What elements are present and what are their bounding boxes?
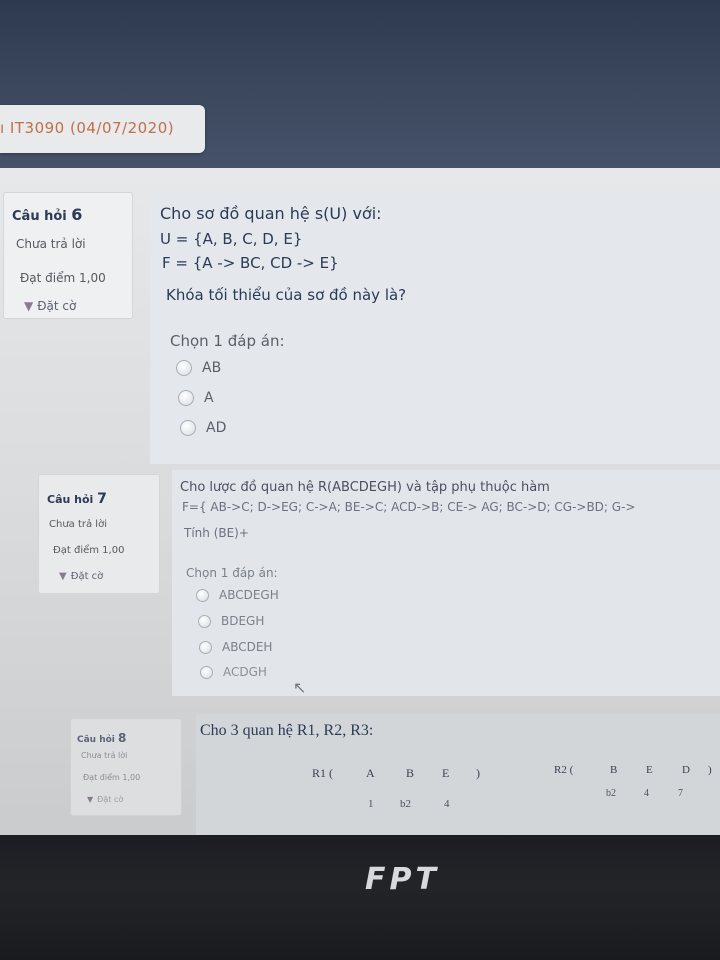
question-7-content: Cho lược đồ quan hệ R(ABCDEGH) và tập ph… — [172, 470, 720, 696]
monitor-bezel — [0, 835, 720, 960]
quiz-page: Câu hỏi 6 Chưa trả lời Đạt điểm 1,00 ▼ Đặ… — [0, 168, 720, 840]
question-7-flag-button[interactable]: ▼ Đặt cờ — [59, 571, 103, 582]
question-8-status: Chưa trả lời — [81, 751, 128, 760]
radio-button[interactable] — [180, 420, 196, 436]
question-6-number: Câu hỏi 6 — [12, 205, 83, 224]
question-7-option-abcdegh[interactable]: ABCDEGH — [196, 588, 279, 602]
flag-label: Đặt cờ — [97, 795, 124, 804]
course-tab[interactable]: ı IT3090 (04/07/2020) — [0, 105, 205, 153]
question-7-score: Đạt điểm 1,00 — [53, 545, 125, 556]
question-6-line-1: Cho sơ đồ quan hệ s(U) với: — [160, 204, 382, 223]
question-7-line-1: Cho lược đồ quan hệ R(ABCDEGH) và tập ph… — [180, 480, 550, 495]
radio-button[interactable] — [199, 640, 212, 654]
question-6-line-3: F = {A -> BC, CD -> E} — [162, 254, 339, 272]
question-6-option-ab[interactable]: AB — [176, 360, 221, 376]
radio-button[interactable] — [176, 360, 192, 376]
monitor-brand-logo: FPT — [365, 862, 440, 897]
question-7-info: Câu hỏi 7 Chưa trả lời Đạt điểm 1,00 ▼ Đặ… — [38, 474, 160, 594]
question-6-content: Cho sơ đồ quan hệ s(U) với: U = {A, B, C… — [150, 192, 720, 464]
question-6-score: Đạt điểm 1,00 — [20, 271, 106, 285]
question-6-status: Chưa trả lời — [16, 237, 86, 251]
flag-icon: ▼ — [24, 299, 34, 313]
question-7-status: Chưa trả lời — [49, 519, 107, 530]
flag-label: Đặt cờ — [37, 299, 77, 313]
question-7-option-bdegh[interactable]: BDEGH — [198, 614, 264, 628]
question-8-content: Cho 3 quan hệ R1, R2, R3: R1 ( A B E ) 1… — [196, 714, 720, 840]
question-8-info: Câu hỏi 8 Chưa trả lời Đạt điểm 1,00 ▼ Đặ… — [70, 718, 182, 816]
flag-label: Đặt cờ — [70, 571, 104, 582]
question-6-prompt: Chọn 1 đáp án: — [170, 332, 285, 350]
radio-button[interactable] — [198, 614, 211, 628]
mouse-cursor-icon: ↖ — [293, 678, 307, 697]
question-7-number: Câu hỏi 7 — [47, 491, 107, 507]
question-8-score: Đạt điểm 1,00 — [83, 773, 141, 782]
question-7-option-acdgh[interactable]: ACDGH — [200, 665, 267, 679]
question-7-line-2: F={ AB->C; D->EG; C->A; BE->C; ACD->B; C… — [182, 500, 636, 514]
question-6-option-ad[interactable]: AD — [180, 420, 226, 436]
radio-button[interactable] — [178, 390, 194, 406]
question-6-line-2: U = {A, B, C, D, E} — [160, 230, 303, 248]
course-title: ı IT3090 (04/07/2020) — [0, 119, 175, 137]
flag-icon: ▼ — [59, 571, 67, 582]
question-7-prompt: Chọn 1 đáp án: — [186, 566, 278, 580]
question-8-number: Câu hỏi 8 — [77, 731, 127, 745]
question-7-option-abcdeh[interactable]: ABCDEH — [199, 640, 272, 654]
flag-icon: ▼ — [87, 795, 94, 804]
question-6-info: Câu hỏi 6 Chưa trả lời Đạt điểm 1,00 ▼ Đặ… — [3, 192, 133, 319]
question-6-flag-button[interactable]: ▼ Đặt cờ — [24, 299, 76, 313]
question-6-option-a[interactable]: A — [178, 390, 214, 406]
question-7-line-3: Tính (BE)+ — [184, 526, 249, 540]
radio-button[interactable] — [196, 588, 209, 602]
question-8-line-1: Cho 3 quan hệ R1, R2, R3: — [200, 722, 374, 739]
radio-button[interactable] — [200, 665, 213, 679]
question-6-question: Khóa tối thiểu của sơ đồ này là? — [166, 286, 407, 304]
question-8-flag-button[interactable]: ▼ Đặt cờ — [87, 795, 123, 804]
